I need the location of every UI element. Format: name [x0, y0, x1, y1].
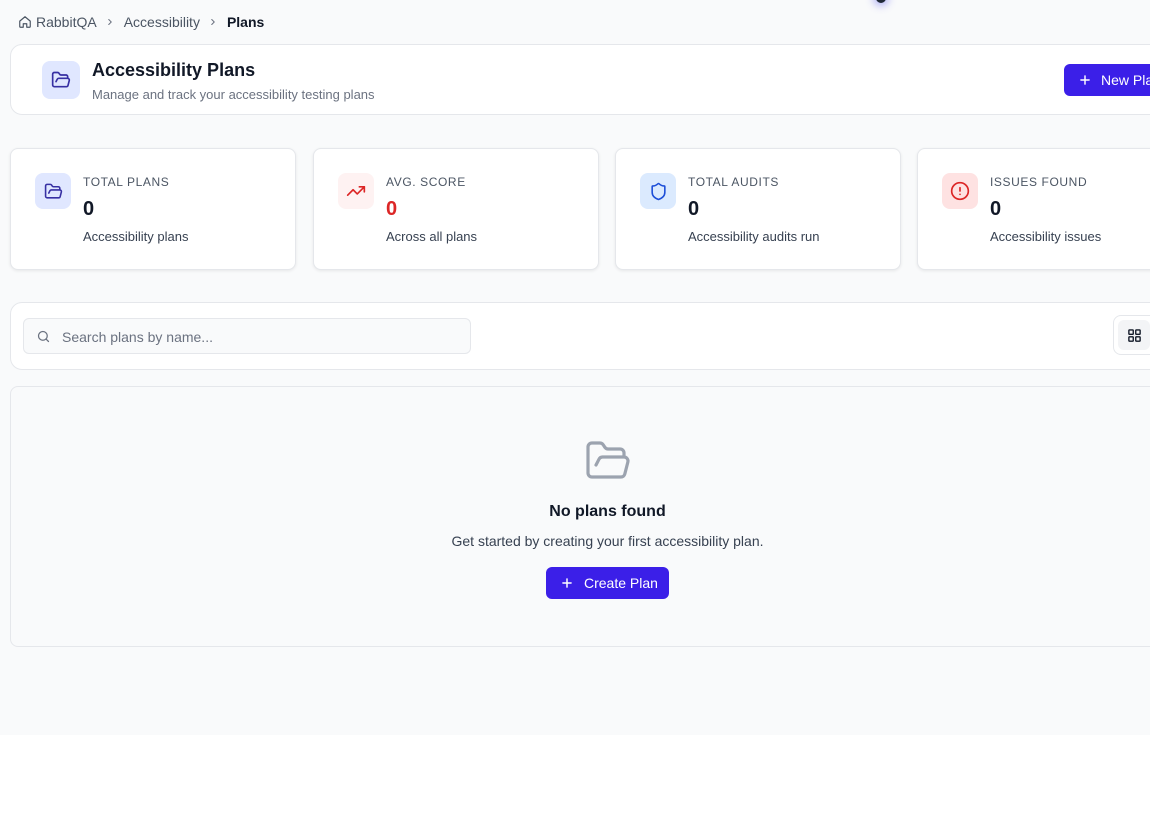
alert-circle-icon	[942, 173, 978, 209]
stat-value: 0	[386, 198, 398, 220]
trending-up-icon	[338, 173, 374, 209]
breadcrumb-accessibility[interactable]: Accessibility	[124, 14, 200, 30]
home-icon	[18, 15, 32, 29]
stat-label: Avg. Score	[386, 175, 466, 189]
page-header: Accessibility Plans Manage and track you…	[10, 44, 1150, 115]
empty-state: No plans found Get started by creating y…	[10, 386, 1150, 647]
empty-state-title: No plans found	[549, 503, 666, 520]
create-plan-label: Create Plan	[584, 575, 658, 591]
search-input[interactable]	[60, 319, 464, 355]
filter-bar	[10, 302, 1150, 370]
stat-card-total-audits: Total Audits 0 Accessibility audits run	[615, 148, 901, 270]
new-plan-button[interactable]: New Plan	[1064, 64, 1150, 96]
folder-open-icon	[584, 437, 632, 485]
cursor-indicator	[876, 0, 886, 3]
breadcrumb-home[interactable]: RabbitQA	[18, 14, 97, 30]
empty-state-description: Get started by creating your first acces…	[451, 533, 764, 549]
breadcrumb-current: Plans	[227, 14, 264, 30]
stat-description: Accessibility issues	[990, 229, 1102, 244]
plus-icon	[560, 576, 574, 590]
stat-label: Issues Found	[990, 175, 1088, 189]
stat-label: Total Audits	[688, 175, 779, 189]
stat-card-issues-found: Issues Found 0 Accessibility issues	[917, 148, 1150, 270]
stat-description: Across all plans	[386, 229, 478, 244]
grid-icon	[1127, 328, 1142, 343]
stat-value: 0	[688, 198, 700, 220]
search-icon	[36, 329, 51, 344]
shield-icon	[640, 173, 676, 209]
new-plan-label: New Plan	[1101, 72, 1150, 88]
stat-value: 0	[990, 198, 1002, 220]
page-subtitle: Manage and track your accessibility test…	[92, 87, 375, 102]
breadcrumb-label: Plans	[226, 14, 265, 30]
grid-view-button[interactable]	[1118, 320, 1150, 350]
stat-description: Accessibility plans	[83, 229, 189, 244]
page-title: Accessibility Plans	[92, 60, 256, 80]
breadcrumb: RabbitQA Accessibility Plans	[18, 14, 264, 30]
stat-value: 0	[83, 198, 95, 220]
plus-icon	[1078, 73, 1092, 87]
stat-card-total-plans: Total Plans 0 Accessibility plans	[10, 148, 296, 270]
view-toggle	[1113, 315, 1150, 355]
stat-card-avg-score: Avg. Score 0 Across all plans	[313, 148, 599, 270]
stat-label: Total Plans	[83, 175, 170, 189]
create-plan-button[interactable]: Create Plan	[546, 567, 669, 599]
search-box	[23, 318, 471, 355]
chevron-right-icon	[105, 17, 115, 27]
folder-open-icon	[42, 61, 80, 99]
stat-description: Accessibility audits run	[688, 229, 820, 244]
breadcrumb-label: RabbitQA	[36, 14, 97, 30]
chevron-right-icon	[208, 17, 218, 27]
app-root: RabbitQA Accessibility Plans Accessibili…	[0, 0, 1150, 735]
breadcrumb-label: Accessibility	[123, 14, 200, 30]
folder-open-icon	[35, 173, 71, 209]
